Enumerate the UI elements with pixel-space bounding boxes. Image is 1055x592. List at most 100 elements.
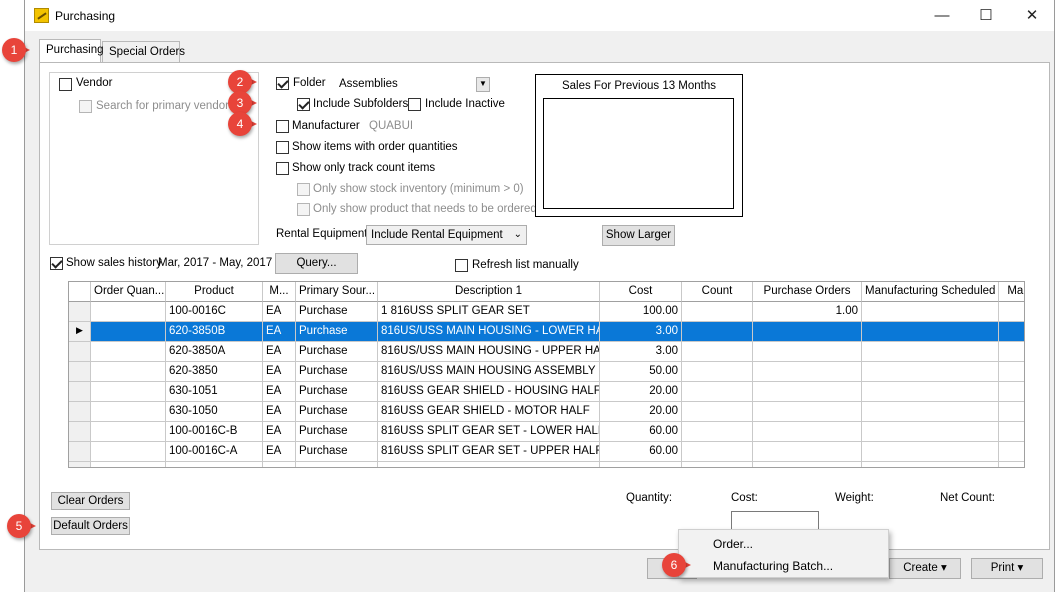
cell-um[interactable]: EA (263, 382, 296, 402)
cell-purchase-orders[interactable] (753, 362, 862, 382)
cell-primary-source[interactable]: Purchase (296, 442, 378, 462)
cell-primary-source[interactable]: Purchase (296, 362, 378, 382)
cell-purchase-orders[interactable] (753, 322, 862, 342)
cell-description[interactable]: 816US/USS MAIN HOUSING ASSEMBLY (378, 362, 600, 382)
cell-count[interactable] (682, 382, 753, 402)
cell-description[interactable]: 816US/USS MAIN HOUSING - LOWER HALF (378, 322, 600, 342)
column-header-cost[interactable]: Cost (600, 282, 682, 302)
cell-mfg-scheduled[interactable] (862, 382, 999, 402)
menu-item-manufacturing-batch[interactable]: Manufacturing Batch... (713, 559, 833, 573)
cell-man[interactable] (999, 422, 1024, 442)
cell-order-qty[interactable] (91, 322, 166, 342)
cell-cost[interactable]: 3.00 (600, 322, 682, 342)
show-larger-button[interactable]: Show Larger (602, 225, 675, 246)
refresh-manually-checkbox[interactable] (455, 259, 468, 272)
include-subfolders-checkbox[interactable] (297, 98, 310, 111)
cell-order-qty[interactable] (91, 342, 166, 362)
cell-product[interactable]: 100-0016C-B (166, 422, 263, 442)
cell-um[interactable]: EA (263, 302, 296, 322)
cell-man[interactable] (999, 442, 1024, 462)
cell-primary-source[interactable]: Purchase (296, 302, 378, 322)
column-header-description[interactable]: Description 1 (378, 282, 600, 302)
cell-man[interactable] (999, 322, 1024, 342)
only-needs-order-checkbox[interactable] (297, 203, 310, 216)
cell-purchase-orders[interactable] (753, 422, 862, 442)
cell-cost[interactable]: 60.00 (600, 422, 682, 442)
cell-um[interactable]: EA (263, 342, 296, 362)
column-header-man[interactable]: Man (999, 282, 1024, 302)
cell-cost[interactable]: 20.00 (600, 402, 682, 422)
cell-description[interactable]: 816US/USS MAIN HOUSING - UPPER HALF (378, 342, 600, 362)
cell-count[interactable] (682, 442, 753, 462)
cell-purchase-orders[interactable] (753, 382, 862, 402)
row-selector[interactable] (69, 362, 91, 382)
cell-count[interactable] (682, 422, 753, 442)
minimize-button[interactable]: — (919, 0, 965, 31)
cell-man[interactable] (999, 402, 1024, 422)
cell-description[interactable]: 816USS SPLIT GEAR SET - LOWER HALF (378, 422, 600, 442)
query-button[interactable]: Query... (275, 253, 358, 274)
tab-purchasing[interactable]: Purchasing (39, 39, 104, 62)
maximize-button[interactable]: ☐ (963, 0, 1009, 31)
cell-description[interactable]: 816USS SPLIT GEAR SET - UPPER HALF (378, 442, 600, 462)
print-button[interactable]: Print ▾ (971, 558, 1043, 579)
folder-dropdown-icon[interactable]: ▼ (476, 77, 490, 92)
column-header-primary-source[interactable]: Primary Sour... (296, 282, 378, 302)
create-button[interactable]: Create ▾ (889, 558, 961, 579)
cell-order-qty[interactable] (91, 362, 166, 382)
cell-product[interactable]: 620-3850B (166, 322, 263, 342)
manufacturer-checkbox[interactable] (276, 120, 289, 133)
tab-special-orders[interactable]: Special Orders (102, 41, 185, 62)
row-selector[interactable]: ▶ (69, 322, 91, 342)
column-header-count[interactable]: Count (682, 282, 753, 302)
cell-product[interactable]: 630-1050 (166, 402, 263, 422)
cell-cost[interactable]: 3.00 (600, 342, 682, 362)
cell-order-qty[interactable] (91, 422, 166, 442)
cell-description[interactable]: 816USS GEAR SHIELD - MOTOR HALF (378, 402, 600, 422)
cell-mfg-scheduled[interactable] (862, 342, 999, 362)
vendor-checkbox[interactable] (59, 78, 72, 91)
cell-um[interactable]: EA (263, 402, 296, 422)
cell-mfg-scheduled[interactable] (862, 302, 999, 322)
cell-mfg-scheduled[interactable] (862, 422, 999, 442)
cell-um[interactable]: EA (263, 322, 296, 342)
cell-order-qty[interactable] (91, 302, 166, 322)
cell-purchase-orders[interactable] (753, 442, 862, 462)
row-selector[interactable] (69, 302, 91, 322)
cell-cost[interactable]: 60.00 (600, 442, 682, 462)
column-header-purchase-orders[interactable]: Purchase Orders (753, 282, 862, 302)
cell-um[interactable]: EA (263, 362, 296, 382)
cell-order-qty[interactable] (91, 442, 166, 462)
cell-product[interactable]: 620-3850 (166, 362, 263, 382)
cell-count[interactable] (682, 362, 753, 382)
cell-product[interactable]: 100-0016C (166, 302, 263, 322)
show-track-count-checkbox[interactable] (276, 162, 289, 175)
cell-product[interactable]: 630-1051 (166, 382, 263, 402)
grid-corner[interactable] (69, 282, 91, 302)
rental-equipment-select[interactable]: Include Rental Equipment ⌄ (366, 225, 527, 245)
cell-primary-source[interactable]: Purchase (296, 322, 378, 342)
row-selector[interactable] (69, 402, 91, 422)
folder-checkbox[interactable] (276, 77, 289, 90)
column-header-product[interactable]: Product (166, 282, 263, 302)
cell-um[interactable]: EA (263, 442, 296, 462)
show-sales-history-checkbox[interactable] (50, 257, 63, 270)
only-stock-checkbox[interactable] (297, 183, 310, 196)
cell-count[interactable] (682, 342, 753, 362)
menu-item-order[interactable]: Order... (713, 537, 753, 551)
clear-orders-button[interactable]: Clear Orders (51, 492, 130, 510)
cell-mfg-scheduled[interactable] (862, 362, 999, 382)
row-selector[interactable] (69, 382, 91, 402)
cell-purchase-orders[interactable] (753, 402, 862, 422)
default-orders-button[interactable]: Default Orders (51, 517, 130, 535)
cell-order-qty[interactable] (91, 402, 166, 422)
cell-primary-source[interactable]: Purchase (296, 342, 378, 362)
include-inactive-checkbox[interactable] (408, 98, 421, 111)
cell-primary-source[interactable]: Purchase (296, 382, 378, 402)
cell-mfg-scheduled[interactable] (862, 322, 999, 342)
cell-count[interactable] (682, 402, 753, 422)
cell-primary-source[interactable]: Purchase (296, 402, 378, 422)
cell-cost[interactable]: 50.00 (600, 362, 682, 382)
cell-purchase-orders[interactable] (753, 342, 862, 362)
cell-mfg-scheduled[interactable] (862, 402, 999, 422)
